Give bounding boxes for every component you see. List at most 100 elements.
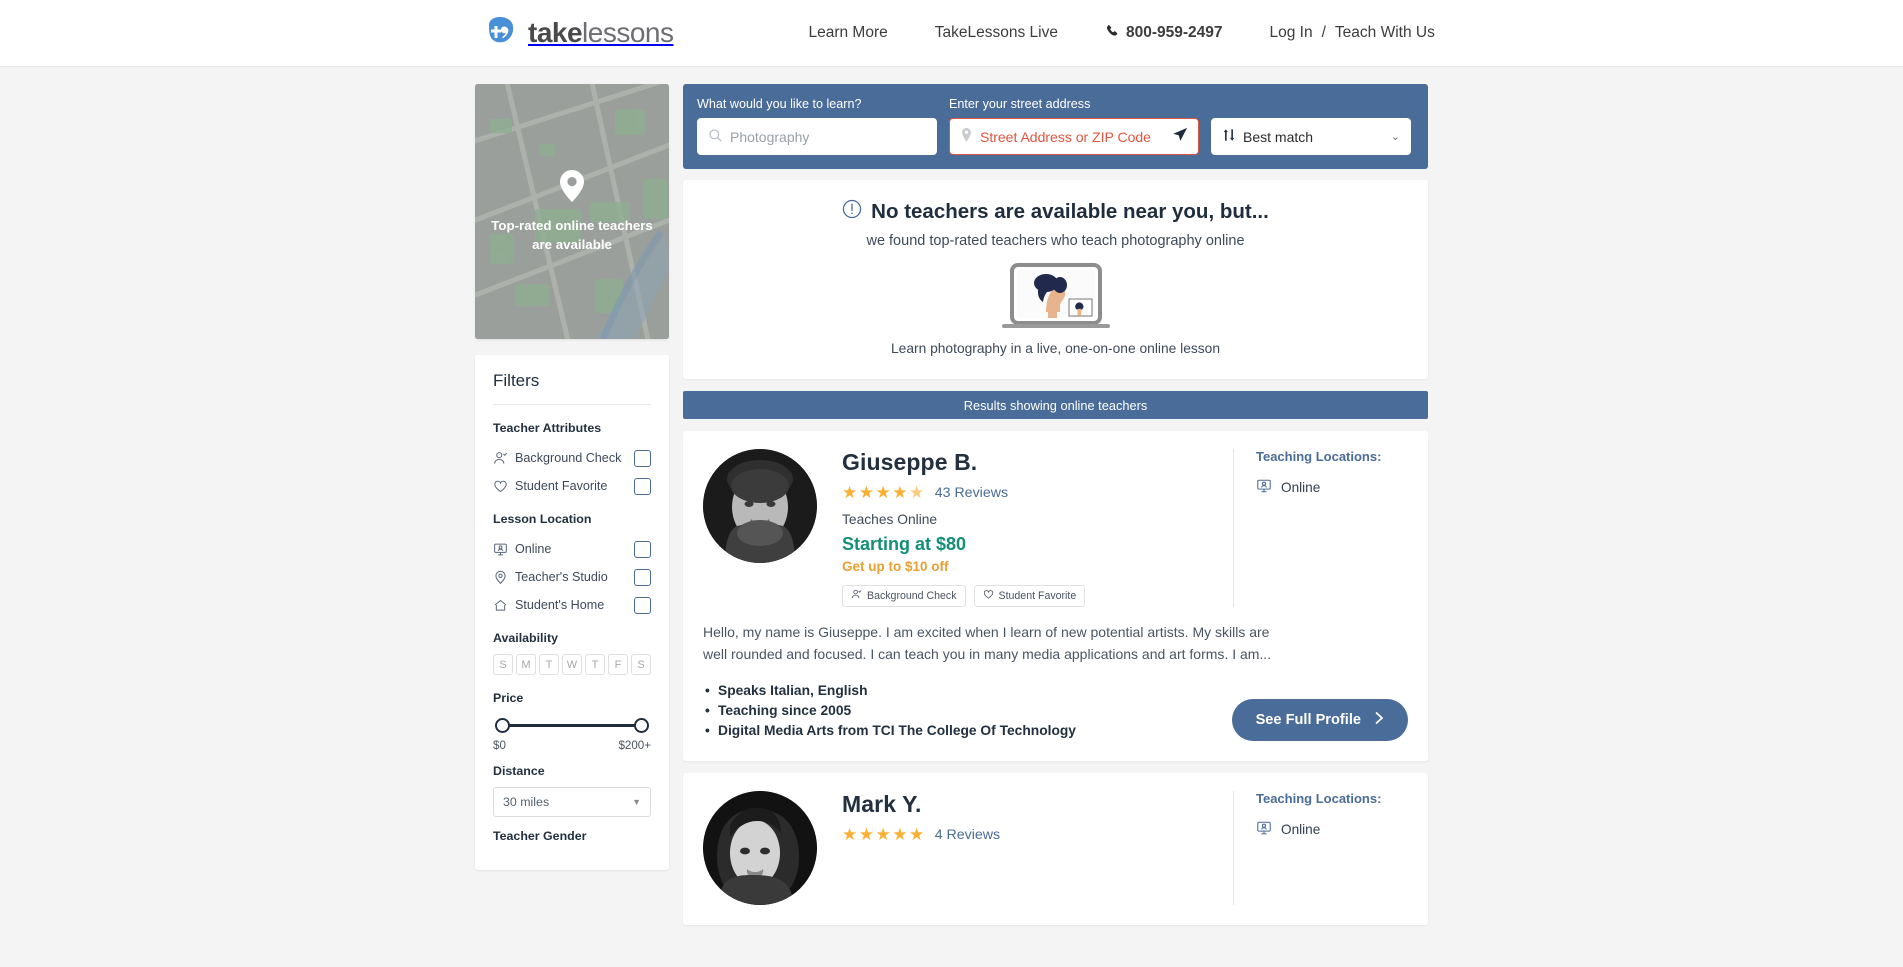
review-count[interactable]: 4 Reviews — [935, 827, 1000, 843]
address-input[interactable]: Street Address or ZIP Code — [949, 118, 1199, 155]
day-tuesday[interactable]: T — [539, 654, 559, 675]
map-preview-card[interactable]: Top-rated online teachers are available — [475, 84, 669, 339]
rating-row: ★★★★★ 4 Reviews — [842, 825, 1219, 845]
filters-title: Filters — [493, 371, 540, 390]
badge-label: Student Favorite — [998, 590, 1077, 602]
filter-checkbox-teachers-studio[interactable] — [634, 568, 651, 586]
filter-label-background-check: Background Check — [515, 451, 622, 465]
day-monday[interactable]: M — [516, 654, 536, 675]
phone-icon — [1105, 24, 1119, 43]
subject-input[interactable]: Photography — [697, 118, 937, 155]
see-full-profile-button[interactable]: See Full Profile — [1231, 699, 1408, 741]
monitor-person-icon — [1256, 820, 1272, 839]
map-overlay-line2: are available — [532, 237, 612, 252]
teacher-highlights: Speaks Italian, English Teaching since 2… — [703, 681, 1232, 741]
chevron-right-icon — [1374, 711, 1384, 729]
day-thursday[interactable]: T — [585, 654, 605, 675]
map-pin-icon — [558, 169, 586, 208]
star-rating-icon: ★★★★★ — [842, 825, 926, 844]
laptop-video-lesson-illustration — [683, 263, 1428, 335]
notice-headline-row: No teachers are available near you, but.… — [683, 199, 1428, 225]
site-logo[interactable]: takelessons — [483, 15, 674, 51]
filter-row-students-home[interactable]: Student's Home — [493, 591, 651, 619]
search-icon — [708, 128, 723, 146]
teacher-card-top: Giuseppe B. ★★★★★ 43 Reviews Teaches Onl… — [703, 449, 1408, 607]
filter-label-student-favorite: Student Favorite — [515, 479, 608, 493]
teacher-name[interactable]: Giuseppe B. — [842, 449, 1219, 476]
teaching-locations: Teaching Locations: Online — [1233, 449, 1408, 607]
teaches-label: Teaches Online — [842, 512, 938, 527]
avatar[interactable] — [703, 449, 817, 563]
highlight-languages: Speaks Italian, English — [703, 681, 1232, 701]
nav-separator: / — [1321, 24, 1326, 41]
logo-take: take — [528, 17, 583, 48]
nav-teach-with-us[interactable]: Teach With Us — [1335, 24, 1435, 42]
filter-checkbox-student-favorite[interactable] — [634, 477, 651, 495]
day-saturday[interactable]: S — [631, 654, 651, 675]
filter-label-teachers-studio: Teacher's Studio — [515, 570, 608, 584]
filter-checkbox-background-check[interactable] — [634, 449, 651, 467]
home-icon — [493, 598, 515, 613]
sort-select-value: Best match — [1243, 128, 1314, 145]
teacher-bio: Hello, my name is Giuseppe. I am excited… — [703, 624, 1272, 662]
subject-field-group: What would you like to learn? Photograph… — [697, 97, 937, 155]
notice-headline: No teachers are available near you, but.… — [871, 200, 1269, 223]
address-field-group: Enter your street address Street Address… — [949, 97, 1199, 155]
distance-title: Distance — [493, 764, 545, 778]
sort-field-group: Best match ⌄ — [1211, 118, 1411, 155]
site-header: takelessons Learn More TakeLessons Live … — [0, 0, 1903, 67]
search-bar: What would you like to learn? Photograph… — [683, 84, 1428, 169]
results-bar: Results showing online teachers — [683, 391, 1428, 419]
heart-icon — [983, 589, 994, 603]
teaching-locations: Teaching Locations: Online — [1233, 791, 1408, 905]
availability-title: Availability — [493, 631, 558, 645]
teacher-badges: Background Check Student Favorite — [842, 585, 1219, 607]
notice-subline: we found top-rated teachers who teach ph… — [866, 233, 1245, 249]
nav-login[interactable]: Log In — [1270, 24, 1313, 42]
map-pin-icon — [493, 570, 515, 585]
day-friday[interactable]: F — [608, 654, 628, 675]
teaching-location-label: Online — [1281, 480, 1321, 495]
filters-panel: Filters Teacher Attributes Background Ch… — [475, 355, 669, 870]
teacher-card[interactable]: Mark Y. ★★★★★ 4 Reviews Teaching Locatio… — [683, 773, 1428, 925]
notice-footline: Learn photography in a live, one-on-one … — [890, 341, 1221, 356]
day-wednesday[interactable]: W — [562, 654, 582, 675]
user-check-icon — [851, 589, 862, 603]
main-content: What would you like to learn? Photograph… — [683, 84, 1428, 925]
price-slider-max-handle[interactable] — [634, 718, 649, 733]
avatar[interactable] — [703, 791, 817, 905]
teacher-card-top: Mark Y. ★★★★★ 4 Reviews Teaching Locatio… — [703, 791, 1408, 905]
price-range-slider[interactable] — [495, 715, 649, 737]
teacher-card[interactable]: Giuseppe B. ★★★★★ 43 Reviews Teaches Onl… — [683, 431, 1428, 761]
phone-link[interactable]: 800-959-2497 — [1105, 24, 1223, 43]
nav-takelessons-live[interactable]: TakeLessons Live — [935, 24, 1058, 42]
filter-row-online[interactable]: Online — [493, 535, 651, 563]
teaching-location-label: Online — [1281, 822, 1321, 837]
teacher-info: Mark Y. ★★★★★ 4 Reviews — [842, 791, 1219, 905]
distance-select[interactable]: 30 miles ▼ — [493, 787, 651, 817]
filter-row-student-favorite[interactable]: Student Favorite — [493, 472, 651, 500]
nav-learn-more[interactable]: Learn More — [808, 24, 887, 42]
sidebar: Top-rated online teachers are available … — [475, 84, 669, 870]
sort-updown-icon — [1222, 128, 1236, 145]
badge-label: Background Check — [867, 590, 957, 602]
review-count[interactable]: 43 Reviews — [935, 485, 1008, 501]
filter-row-teachers-studio[interactable]: Teacher's Studio — [493, 563, 651, 591]
badge-background-check: Background Check — [842, 585, 966, 607]
teacher-gender-title: Teacher Gender — [493, 829, 587, 843]
filter-checkbox-students-home[interactable] — [634, 596, 651, 614]
monitor-person-icon — [1256, 478, 1272, 497]
availability-day-picker: S M T W T F S — [493, 654, 651, 675]
teacher-name[interactable]: Mark Y. — [842, 791, 1219, 818]
navigation-arrow-icon[interactable] — [1172, 127, 1188, 146]
teaching-locations-title: Teaching Locations: — [1256, 449, 1382, 464]
filter-checkbox-online[interactable] — [634, 540, 651, 558]
caret-down-icon: ▼ — [632, 797, 641, 807]
subject-input-placeholder: Photography — [730, 128, 810, 145]
price-slider-min-handle[interactable] — [495, 718, 510, 733]
sort-select[interactable]: Best match ⌄ — [1211, 118, 1411, 155]
filter-row-background-check[interactable]: Background Check — [493, 444, 651, 472]
day-sunday[interactable]: S — [493, 654, 513, 675]
star-rating-icon: ★★★★★ — [842, 483, 926, 502]
see-full-profile-label: See Full Profile — [1255, 712, 1361, 728]
